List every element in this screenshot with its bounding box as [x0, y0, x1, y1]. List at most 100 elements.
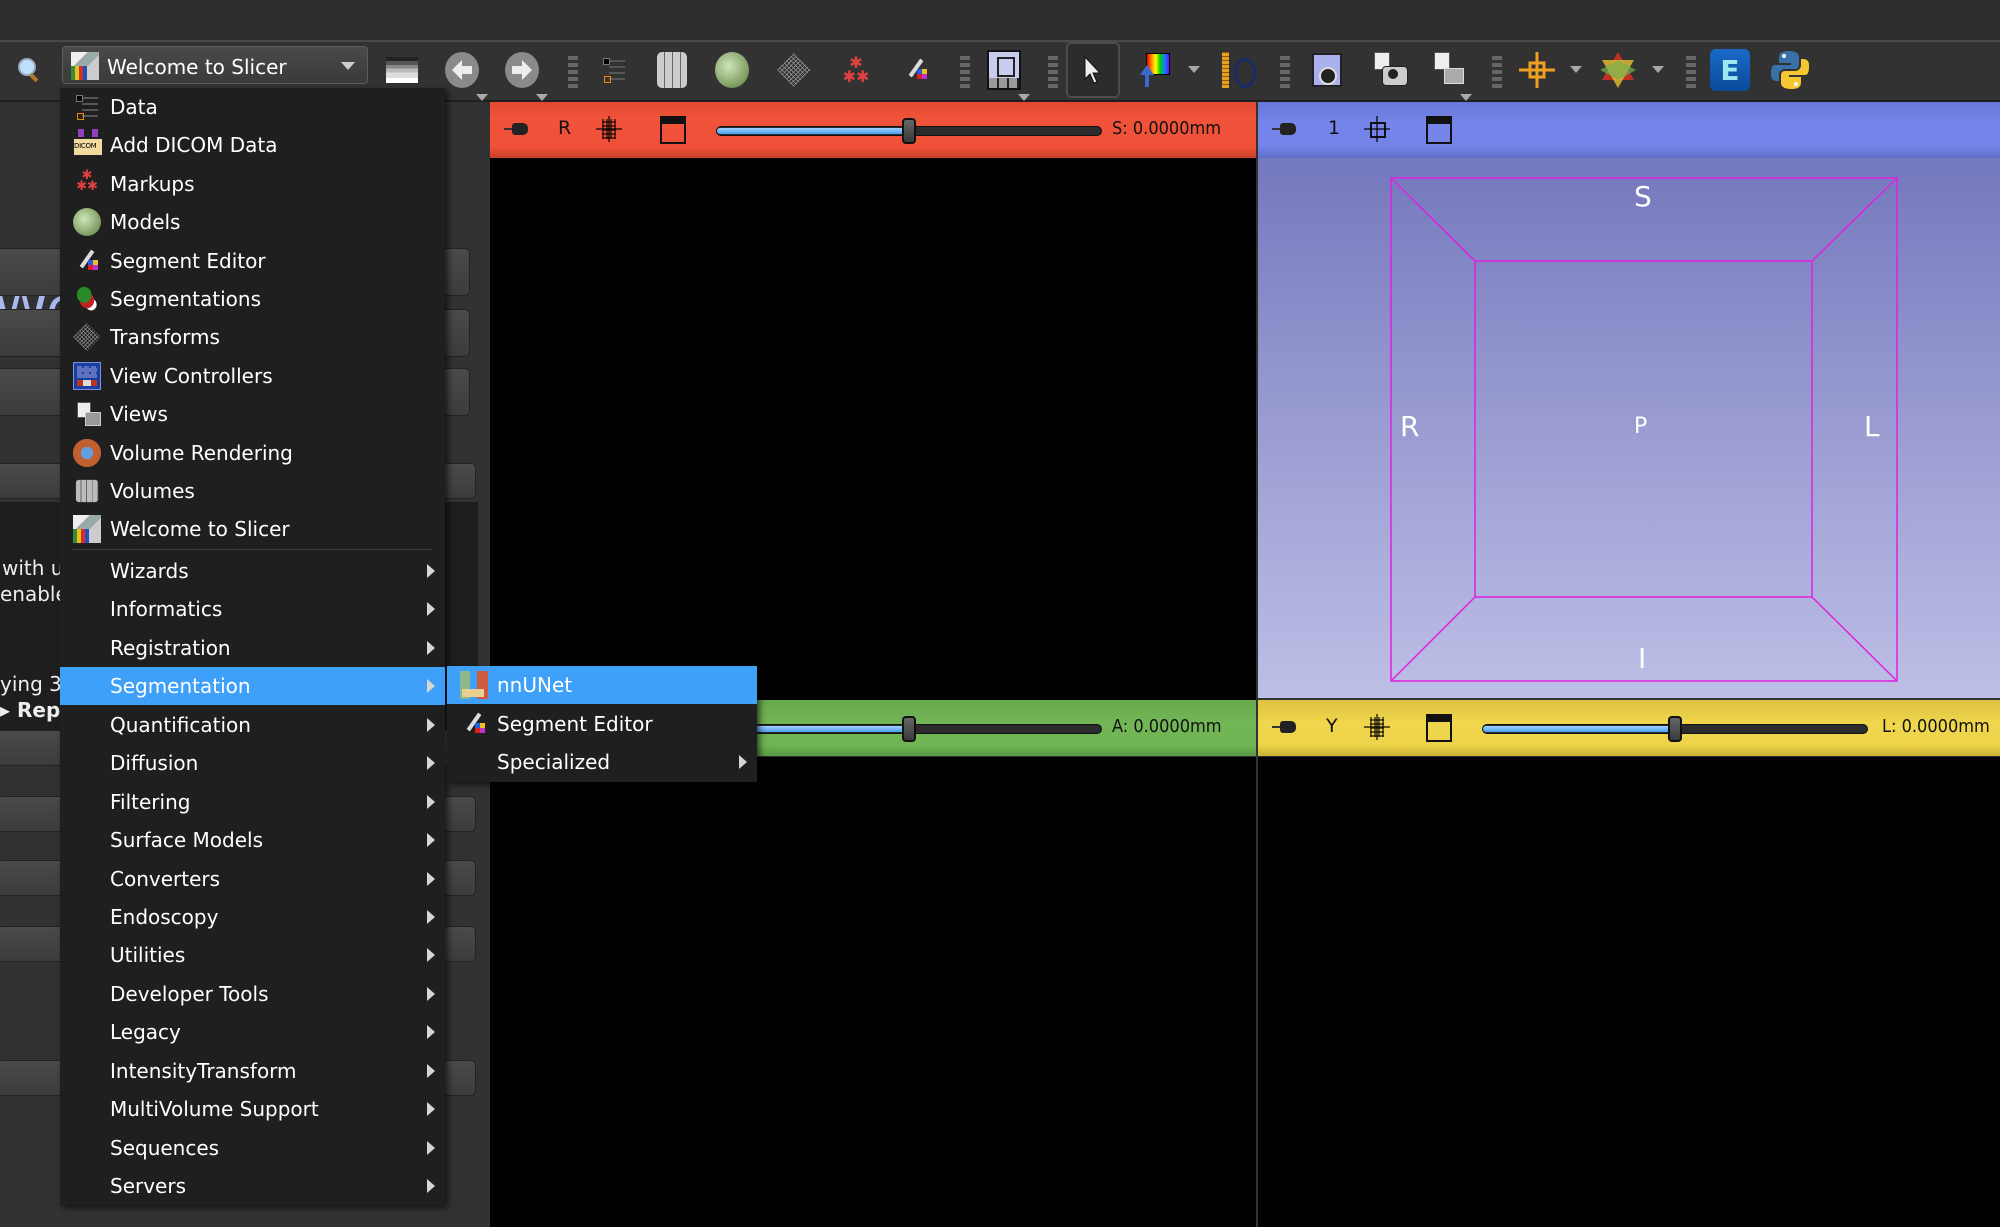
pin-icon[interactable]	[504, 122, 530, 136]
toolbar-grip[interactable]	[1492, 56, 1502, 90]
toolbar-grip[interactable]	[1048, 56, 1058, 90]
toolbar-grip[interactable]	[960, 56, 970, 90]
bbox-edge	[1811, 596, 1898, 682]
menu-category-surface-models[interactable]: Surface Models	[60, 821, 445, 859]
slider-handle[interactable]	[1668, 716, 1682, 742]
center-view-icon[interactable]	[1364, 116, 1390, 142]
scene-view-dropdown-icon[interactable]	[1460, 94, 1472, 101]
maximize-view-icon[interactable]	[1426, 116, 1452, 144]
menu-item-label: Volumes	[110, 479, 195, 503]
slice-grid-icon[interactable]	[1364, 714, 1390, 740]
menu-item-data[interactable]: Data	[60, 88, 445, 126]
slider-handle[interactable]	[902, 118, 916, 144]
back-arrow-icon[interactable]	[440, 48, 484, 92]
window-level-mode-icon[interactable]	[1132, 48, 1176, 92]
window-level-mode-dropdown-icon[interactable]	[1188, 66, 1200, 73]
slice-intersections-dropdown-icon[interactable]	[1652, 66, 1664, 73]
transforms-module-icon[interactable]	[772, 48, 816, 92]
layout-dropdown-icon[interactable]	[1018, 94, 1030, 101]
data-module-icon[interactable]	[592, 48, 636, 92]
forward-arrow-icon[interactable]	[500, 48, 544, 92]
forward-dropdown-icon[interactable]	[536, 94, 548, 101]
menu-category-wizards[interactable]: Wizards	[60, 552, 445, 590]
menu-item-label: Segment Editor	[497, 712, 653, 736]
menu-item-add-dicom-data[interactable]: Add DICOM Data	[60, 126, 445, 164]
markups-place-icon[interactable]	[1214, 48, 1258, 92]
yellow-slice-offset-slider[interactable]	[1482, 716, 1868, 742]
menu-category-developer-tools[interactable]: Developer Tools	[60, 975, 445, 1013]
menu-category-filtering[interactable]: Filtering	[60, 783, 445, 821]
mouse-pointer-icon[interactable]	[1066, 42, 1120, 98]
red-slice-view[interactable]	[490, 158, 1256, 700]
menu-item-segmentations[interactable]: Segmentations	[60, 280, 445, 318]
menu-category-multivolume-support[interactable]: MultiVolume Support	[60, 1090, 445, 1128]
slider-handle[interactable]	[902, 716, 916, 742]
slider-fill	[717, 128, 909, 134]
module-search-icon[interactable]	[8, 48, 52, 92]
menu-category-informatics[interactable]: Informatics	[60, 590, 445, 628]
volumes-module-icon[interactable]	[650, 48, 694, 92]
crosshair-dropdown-icon[interactable]	[1570, 66, 1582, 73]
screenshot-icon[interactable]	[1305, 48, 1349, 92]
module-selector[interactable]: Welcome to Slicer	[62, 46, 368, 84]
menu-item-label: Informatics	[110, 597, 223, 621]
pin-icon[interactable]	[1272, 122, 1298, 136]
nnunet-icon	[460, 671, 488, 699]
toolbar-grip[interactable]	[1686, 56, 1696, 90]
green-slice-offset-slider[interactable]	[716, 716, 1102, 742]
back-dropdown-icon[interactable]	[476, 94, 488, 101]
menu-category-servers[interactable]: Servers	[60, 1167, 445, 1205]
menu-category-registration[interactable]: Registration	[60, 629, 445, 667]
maximize-view-icon[interactable]	[660, 116, 686, 144]
layout-icon[interactable]	[982, 48, 1026, 92]
markups-module-icon[interactable]: ✱ ✱✱	[834, 48, 878, 92]
menu-item-markups[interactable]: ✱ ✱✱ Markups	[60, 165, 445, 203]
menu-category-legacy[interactable]: Legacy	[60, 1013, 445, 1051]
submenu-item-segment-editor[interactable]: Segment Editor	[447, 705, 757, 743]
menu-item-volumes[interactable]: Volumes	[60, 472, 445, 510]
menu-item-volume-rendering[interactable]: Volume Rendering	[60, 434, 445, 472]
menu-item-views[interactable]: Views	[60, 395, 445, 433]
pin-icon[interactable]	[1272, 720, 1298, 734]
maximize-view-icon[interactable]	[1426, 714, 1452, 742]
green-slice-view[interactable]	[490, 757, 1256, 1227]
extension-manager-icon[interactable]: E	[1708, 48, 1752, 92]
submenu-item-nnunet[interactable]: nnUNet	[447, 666, 757, 704]
segment-editor-module-icon[interactable]	[894, 48, 938, 92]
menu-category-utilities[interactable]: Utilities	[60, 936, 445, 974]
toolbar-grip[interactable]	[568, 56, 578, 90]
toolbar-grip[interactable]	[1280, 56, 1290, 90]
python-console-icon[interactable]	[1768, 48, 1812, 92]
yellow-slice-view[interactable]	[1258, 757, 2000, 1227]
menu-category-converters[interactable]: Converters	[60, 860, 445, 898]
menu-item-view-controllers[interactable]: View Controllers	[60, 357, 445, 395]
window-level-icon[interactable]	[380, 48, 424, 92]
menu-category-segmentation[interactable]: Segmentation	[60, 667, 445, 705]
models-module-icon[interactable]	[710, 48, 754, 92]
scene-view-capture-icon[interactable]	[1366, 48, 1410, 92]
menu-category-diffusion[interactable]: Diffusion	[60, 744, 445, 782]
dicom-icon	[73, 129, 103, 156]
red-slice-offset-slider[interactable]	[716, 118, 1102, 144]
menu-item-transforms[interactable]: Transforms	[60, 318, 445, 356]
submenu-arrow-icon	[427, 1064, 435, 1078]
menu-category-quantification[interactable]: Quantification	[60, 706, 445, 744]
menu-category-sequences[interactable]: Sequences	[60, 1129, 445, 1167]
menu-category-intensitytransform[interactable]: IntensityTransform	[60, 1052, 445, 1090]
menu-category-endoscopy[interactable]: Endoscopy	[60, 898, 445, 936]
crosshair-icon[interactable]	[1515, 48, 1559, 92]
orientation-label-center: P	[1634, 414, 1648, 439]
menu-item-segment-editor[interactable]: Segment Editor	[60, 242, 445, 280]
slice-grid-icon[interactable]	[596, 116, 622, 142]
welcome-text-line: enable	[0, 582, 68, 606]
menu-item-label: IntensityTransform	[110, 1059, 297, 1083]
menu-item-models[interactable]: Models	[60, 203, 445, 241]
scene-view-restore-icon[interactable]	[1426, 48, 1470, 92]
menu-item-label: Sequences	[110, 1136, 220, 1160]
segment-editor-icon	[460, 710, 488, 738]
module-selector-value: Welcome to Slicer	[107, 55, 287, 79]
submenu-item-specialized[interactable]: Specialized	[447, 743, 757, 781]
menu-item-welcome-to-slicer[interactable]: Welcome to Slicer	[60, 510, 445, 548]
slice-intersections-icon[interactable]	[1596, 48, 1640, 92]
threed-view[interactable]: S R P L I	[1258, 158, 2000, 698]
